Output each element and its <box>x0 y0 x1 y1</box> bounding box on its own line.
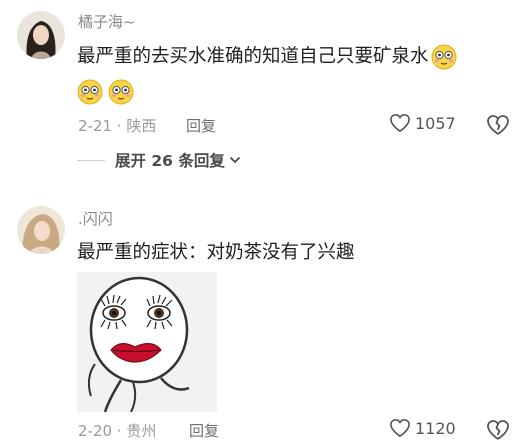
expand-replies[interactable]: 展开 26 条回复 <box>77 148 241 172</box>
comment-text-content: 最严重的去买水准确的知道自己只要矿泉水 <box>77 46 429 67</box>
chevron-down-icon <box>229 156 241 164</box>
reply-button[interactable]: 回复 <box>186 115 216 136</box>
like-count: 1057 <box>415 113 456 133</box>
meme-image[interactable] <box>77 272 217 412</box>
like-button[interactable]: 1120 <box>389 418 456 438</box>
broken-heart-icon[interactable] <box>486 419 510 441</box>
expand-divider <box>77 159 105 161</box>
reply-button[interactable]: 回复 <box>189 420 219 441</box>
expand-replies-label[interactable]: 展开 26 条回复 <box>115 149 225 171</box>
comment-text: 最严重的去买水准确的知道自己只要矿泉水 <box>77 40 457 74</box>
heart-icon <box>390 114 410 132</box>
flushed-emoji-icon <box>108 79 134 105</box>
avatar[interactable] <box>17 206 65 254</box>
comment-emoji-line <box>77 75 134 109</box>
comment-date-location: 2-20 · 贵州 <box>78 422 157 440</box>
username[interactable]: 橘子海~ <box>78 11 136 32</box>
flushed-emoji-icon <box>77 79 103 105</box>
avatar[interactable] <box>17 11 65 59</box>
like-count: 1120 <box>415 418 456 438</box>
broken-heart-icon[interactable] <box>486 114 510 136</box>
comment-text: 最严重的症状：对奶茶没有了兴趣 <box>77 242 355 263</box>
comment-date-location: 2-21 · 陕西 <box>78 117 157 135</box>
username[interactable]: .闪闪 <box>78 208 113 229</box>
flushed-emoji-icon <box>431 44 457 70</box>
meme-face-sticker <box>77 272 217 412</box>
heart-icon <box>390 419 410 437</box>
like-button[interactable]: 1057 <box>389 113 456 133</box>
